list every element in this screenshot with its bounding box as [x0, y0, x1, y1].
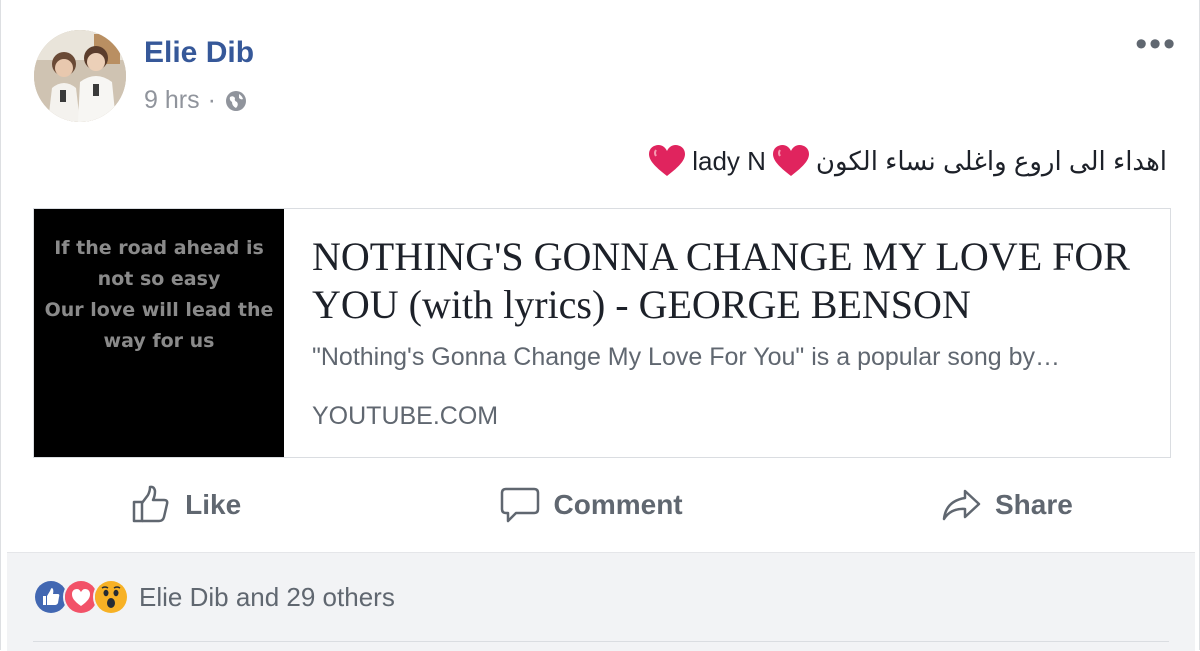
link-title[interactable]: NOTHING'S GONNA CHANGE MY LOVE FOR YOU (…	[312, 233, 1142, 329]
meta-separator: ·	[207, 86, 216, 114]
red-heart-icon	[772, 144, 810, 178]
avatar[interactable]	[34, 30, 126, 122]
comment-button[interactable]: Comment	[458, 475, 723, 535]
author-name[interactable]: Elie Dib	[144, 36, 254, 70]
share-button[interactable]: Share	[899, 475, 1113, 535]
reactions-bar: Elie Dib and 29 others	[7, 552, 1195, 651]
message-arabic-text: اهداء الى اروع واغلى نساء الكون	[815, 145, 1167, 176]
thumbs-up-icon	[132, 485, 169, 523]
thumbnail-lyrics: If the road ahead is not so easy Our lov…	[34, 233, 284, 357]
divider	[33, 641, 1169, 642]
comment-icon	[500, 487, 539, 523]
feed-post: Elie Dib 9 hrs · ••• lady N اهداء الى ار…	[0, 0, 1200, 651]
post-message: lady N اهداء الى اروع واغلى نساء الكون	[648, 144, 1167, 178]
post-actions: Like Comment Share	[1, 466, 1200, 544]
link-description: "Nothing's Gonna Change My Love For You"…	[312, 343, 1060, 371]
globe-icon[interactable]	[224, 89, 248, 113]
thumbnail-lyric-line: If the road ahead is	[54, 237, 264, 259]
thumbnail-lyric-line: Our love will lead the	[44, 299, 274, 321]
comment-label: Comment	[553, 489, 683, 520]
thumbnail-lyric-line: not so easy	[97, 268, 221, 290]
message-name: lady N	[692, 145, 766, 176]
link-card-body: NOTHING'S GONNA CHANGE MY LOVE FOR YOU (…	[284, 209, 1170, 457]
like-button[interactable]: Like	[89, 475, 281, 535]
red-heart-icon	[648, 144, 686, 178]
video-thumbnail[interactable]: If the road ahead is not so easy Our lov…	[34, 209, 284, 457]
wow-icon	[93, 579, 129, 615]
post-meta: 9 hrs ·	[144, 86, 248, 115]
link-domain: YOUTUBE.COM	[312, 402, 499, 430]
reaction-summary[interactable]: Elie Dib and 29 others	[33, 579, 395, 615]
share-label: Share	[994, 489, 1073, 520]
like-label: Like	[185, 489, 242, 520]
share-icon	[942, 489, 981, 521]
thumbnail-lyric-line: way for us	[103, 330, 215, 352]
timestamp[interactable]: 9 hrs	[144, 86, 200, 115]
link-preview-card[interactable]: If the road ahead is not so easy Our lov…	[33, 208, 1171, 458]
more-options-button[interactable]: •••	[1135, 27, 1177, 61]
reaction-count-text[interactable]: Elie Dib and 29 others	[139, 582, 395, 613]
